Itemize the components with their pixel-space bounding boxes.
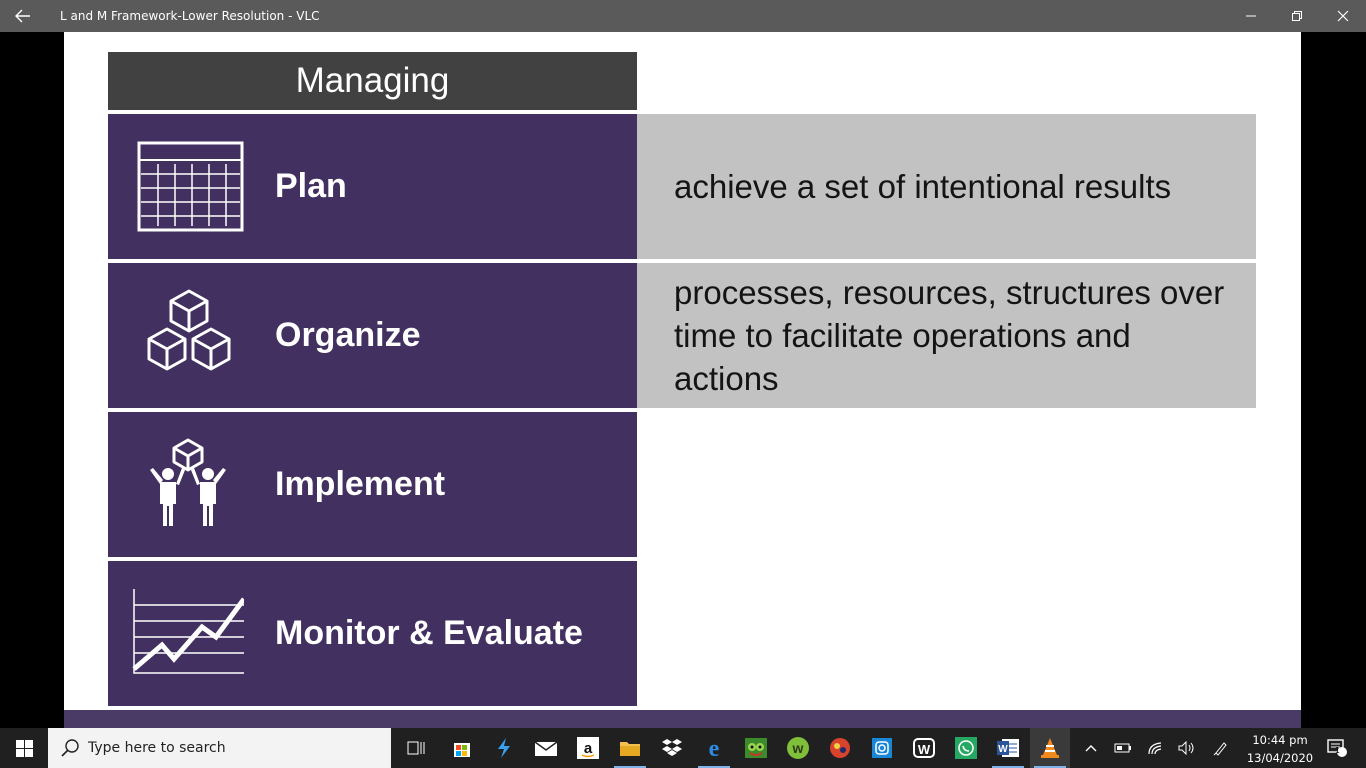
amazon-icon: a — [577, 737, 599, 759]
game-icon — [745, 738, 767, 758]
instagram-icon — [872, 738, 892, 758]
mail-icon — [534, 741, 558, 756]
search-placeholder: Type here to search — [88, 740, 226, 756]
windows-icon — [15, 739, 33, 757]
row-label: Plan — [275, 167, 347, 205]
pen-icon — [1213, 742, 1227, 756]
svg-text:W: W — [998, 744, 1008, 755]
taskbar-app-w[interactable]: w — [778, 728, 818, 768]
task-view-button[interactable] — [396, 728, 436, 768]
chevron-up-icon — [1085, 745, 1097, 752]
taskbar-search-box[interactable]: Type here to search — [48, 728, 391, 768]
wordament-icon: W — [913, 738, 935, 758]
row-plan: Plan — [108, 114, 637, 259]
trend-chart-icon — [132, 589, 244, 674]
minimize-icon — [1246, 15, 1256, 17]
svg-text:w: w — [792, 740, 804, 756]
start-button[interactable] — [0, 728, 48, 768]
restore-button[interactable] — [1274, 0, 1320, 32]
back-button[interactable] — [0, 0, 46, 32]
folder-icon — [620, 742, 640, 756]
minimize-button[interactable] — [1228, 0, 1274, 32]
taskbar-app-edge[interactable]: e — [694, 728, 734, 768]
row-label: Implement — [275, 465, 446, 503]
slide-header: Managing — [108, 52, 637, 110]
lightning-icon — [498, 738, 510, 758]
people-lifting-cube-icon — [150, 438, 226, 526]
svg-text:e: e — [709, 737, 720, 759]
show-hidden-icons-button[interactable] — [1080, 728, 1102, 768]
calendar-grid-icon — [137, 141, 244, 232]
svg-text:W: W — [918, 742, 931, 757]
notifications-badge: 1 — [1335, 746, 1341, 755]
video-area[interactable]: Managing Plan achieve a set of intention… — [0, 32, 1366, 728]
clock-time: 10:44 pm — [1252, 733, 1308, 747]
action-center-button[interactable]: 1 — [1322, 728, 1352, 768]
taskbar: Type here to search a e w W W 10:44 pm 1… — [0, 728, 1366, 768]
taskbar-app-game-2[interactable] — [820, 728, 860, 768]
svg-text:a: a — [584, 740, 593, 757]
window-title: L and M Framework-Lower Resolution - VLC — [60, 9, 320, 23]
title-bar: L and M Framework-Lower Resolution - VLC — [0, 0, 1366, 32]
slide-bottom-strip — [64, 710, 1301, 728]
taskbar-app-vlc[interactable] — [1030, 728, 1070, 768]
taskbar-app-wordament[interactable]: W — [904, 728, 944, 768]
battery-indicator[interactable] — [1110, 728, 1136, 768]
taskbar-app-vscode[interactable] — [484, 728, 524, 768]
taskbar-app-dropbox[interactable] — [652, 728, 692, 768]
task-view-icon — [407, 741, 425, 755]
game-2-icon — [830, 738, 850, 758]
taskbar-app-game[interactable] — [736, 728, 776, 768]
search-icon — [61, 739, 79, 757]
close-button[interactable] — [1320, 0, 1366, 32]
row-description-text: achieve a set of intentional results — [674, 168, 1172, 205]
row-label: Monitor & Evaluate — [275, 614, 583, 652]
clock-date: 13/04/2020 — [1246, 751, 1314, 765]
row-implement: Implement — [108, 412, 637, 557]
taskbar-app-amazon[interactable]: a — [568, 728, 608, 768]
taskbar-app-mail[interactable] — [526, 728, 566, 768]
taskbar-app-file-explorer[interactable] — [610, 728, 650, 768]
back-arrow-icon — [15, 9, 30, 23]
row-label: Organize — [275, 316, 421, 354]
row-organize: Organize — [108, 263, 637, 408]
battery-icon — [1114, 743, 1131, 753]
row-monitor-evaluate: Monitor & Evaluate — [108, 561, 637, 706]
dropbox-icon — [662, 739, 682, 756]
volume-indicator[interactable] — [1174, 728, 1200, 768]
whatsapp-icon — [955, 737, 977, 759]
taskbar-app-word[interactable]: W — [988, 728, 1028, 768]
stacked-cubes-icon — [147, 289, 231, 371]
vlc-icon — [1041, 738, 1059, 758]
edge-icon: e — [709, 737, 720, 759]
store-icon — [454, 743, 470, 757]
taskbar-clock[interactable]: 10:44 pm 13/04/2020 — [1238, 728, 1322, 768]
restore-icon — [1292, 11, 1302, 21]
network-indicator[interactable] — [1142, 728, 1168, 768]
speaker-icon — [1178, 741, 1194, 755]
w-circle-icon: w — [787, 737, 809, 759]
close-icon — [1337, 10, 1349, 22]
taskbar-app-store[interactable] — [442, 728, 482, 768]
wifi-icon — [1148, 742, 1162, 755]
slide: Managing Plan achieve a set of intention… — [64, 32, 1301, 728]
word-icon: W — [997, 739, 1019, 757]
taskbar-app-instagram[interactable] — [862, 728, 902, 768]
row-description: achieve a set of intentional results — [637, 114, 1256, 259]
taskbar-app-whatsapp[interactable] — [946, 728, 986, 768]
pen-workspace-button[interactable] — [1208, 728, 1234, 768]
row-description: processes, resources, structures over ti… — [637, 263, 1256, 408]
row-description-text: processes, resources, structures over ti… — [674, 274, 1225, 397]
